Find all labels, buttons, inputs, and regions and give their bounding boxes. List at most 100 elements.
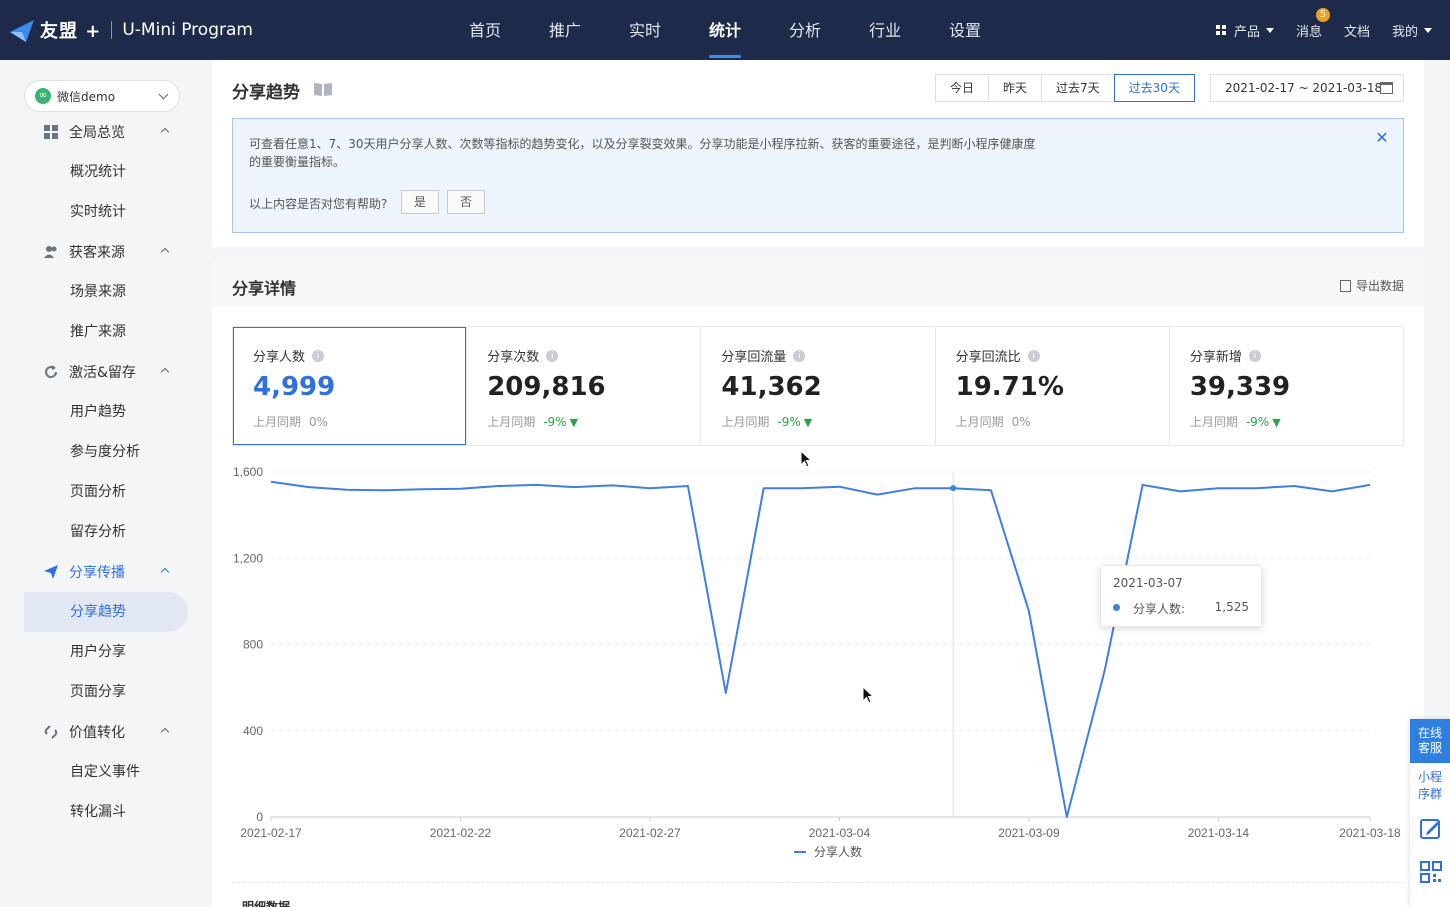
sidebar-item-scene-source[interactable]: 场景来源 (24, 272, 188, 312)
arrow-down-icon: ▼ (803, 416, 813, 429)
stat-card-share-users[interactable]: 分享人数 i 4,999 上月同期 0% (233, 327, 467, 445)
messages-link[interactable]: 消息 5 (1296, 7, 1330, 40)
nav-analysis[interactable]: 分析 (765, 0, 845, 60)
info-icon[interactable]: i (546, 349, 559, 362)
stat-value: 209,816 (487, 372, 606, 402)
nav-realtime[interactable]: 实时 (605, 0, 685, 60)
feedback-edit-icon[interactable] (1420, 817, 1442, 839)
main-nav: 首页 推广 实时 统计 分析 行业 设置 (445, 0, 1005, 60)
stat-label-text: 分享次数 (487, 350, 540, 365)
tip-text: 可查看任意1、7、30天用户分享人数、次数等指标的趋势变化，以及分享裂变效果。分… (249, 137, 1036, 169)
share-users-line-chart: 0 400 800 1,200 1,600 2021-02-17 2021-02-22 202… (233, 465, 1401, 859)
section-divider (232, 882, 1404, 883)
sidebar-item-page-analysis[interactable]: 页面分析 (24, 472, 188, 512)
stat-compare-label: 上月同期 (1189, 415, 1238, 429)
mini-program-group-button[interactable]: 小程序群 (1410, 769, 1450, 805)
stat-card-share-backflow[interactable]: 分享回流量 i 41,362 上月同期 -9% ▼ (700, 327, 934, 445)
nav-settings[interactable]: 设置 (925, 0, 1005, 60)
stat-label: 分享回流量 i (721, 346, 806, 365)
nav-promotion[interactable]: 推广 (525, 0, 605, 60)
chevron-down-icon (158, 89, 169, 100)
sidebar-item-page-share[interactable]: 页面分享 (24, 672, 188, 712)
sidebar-group-acquisition[interactable]: 获客来源 (24, 232, 188, 272)
sidebar-item-retention-analysis[interactable]: 留存分析 (24, 512, 188, 552)
stat-card-share-new[interactable]: 分享新增 i 39,339 上月同期 -9% ▼ (1168, 327, 1403, 445)
account-menu[interactable]: 我的 (1392, 21, 1432, 40)
sidebar-item-overview-stats[interactable]: 概况统计 (24, 152, 188, 192)
tip-question: 以上内容是否对您有帮助? (249, 197, 388, 211)
apps-grid-icon (1215, 25, 1226, 35)
sidebar-group-conversion[interactable]: 价值转化 (24, 712, 188, 752)
stat-compare-label: 上月同期 (955, 415, 1004, 429)
chevron-up-icon (160, 567, 170, 577)
date-range-value: 2021-02-17 ~ 2021-03-18 (1225, 81, 1383, 95)
sidebar-item-user-share[interactable]: 用户分享 (24, 632, 188, 672)
info-icon[interactable]: i (1027, 349, 1040, 362)
info-icon[interactable]: i (1248, 349, 1261, 362)
app-selector[interactable]: ∞ 微信demo (24, 80, 180, 112)
sidebar-item-engagement[interactable]: 参与度分析 (24, 432, 188, 472)
sidebar-item-user-trend[interactable]: 用户趋势 (24, 392, 188, 432)
tooltip-value: 1,525 (1214, 600, 1249, 614)
export-icon (1339, 279, 1351, 292)
mouse-cursor-icon (800, 450, 812, 468)
sidebar-group-sharing[interactable]: 分享传播 (24, 552, 188, 592)
share-trend-panel: 分享趋势 今日 昨天 过去7天 过去30天 2021-02-17 ~ 2021-… (212, 60, 1424, 247)
info-tip: 可查看任意1、7、30天用户分享人数、次数等指标的趋势变化，以及分享裂变效果。分… (232, 118, 1404, 233)
stat-label-text: 分享人数 (253, 350, 306, 365)
share-detail-panel: 分享详情 导出数据 分享人数 i 4,999 上月同期 0% 分享次数 i 209,816 上月… (212, 262, 1424, 907)
grid-icon (44, 125, 58, 139)
nav-industry[interactable]: 行业 (845, 0, 925, 60)
top-right-menu: 产品 消息 5 文档 我的 (1194, 0, 1432, 60)
stat-card-share-count[interactable]: 分享次数 i 209,816 上月同期 -9% ▼ (466, 327, 700, 445)
y-tick-label: 1,600 (233, 465, 263, 479)
sidebar-group-label: 价值转化 (69, 725, 125, 741)
refresh-icon (45, 365, 58, 379)
stat-change: -9% (543, 415, 567, 429)
y-tick-label: 1,200 (233, 551, 263, 565)
brand-name: 友盟 + (40, 21, 102, 42)
info-icon[interactable]: i (312, 349, 325, 362)
series-line-share-users (270, 480, 1371, 818)
date-range-picker[interactable]: 2021-02-17 ~ 2021-03-18 (1210, 74, 1404, 102)
range-30-days[interactable]: 过去30天 (1113, 74, 1195, 102)
stat-card-share-backflow-ratio[interactable]: 分享回流比 i 19.71% 上月同期 0% (934, 327, 1169, 445)
book-icon[interactable] (314, 82, 332, 96)
data-point (950, 485, 957, 492)
detail-title: 分享详情 (232, 279, 297, 298)
products-menu[interactable]: 产品 (1215, 21, 1274, 40)
stat-compare: 上月同期 0% (956, 413, 1031, 430)
online-service-label: 在线客服 (1417, 726, 1442, 755)
range-7-days[interactable]: 过去7天 (1041, 74, 1115, 102)
sidebar-item-custom-events[interactable]: 自定义事件 (24, 752, 188, 792)
range-today[interactable]: 今日 (935, 74, 990, 102)
sidebar-item-realtime-stats[interactable]: 实时统计 (24, 192, 188, 232)
qr-code-icon[interactable] (1420, 861, 1442, 883)
stat-compare: 上月同期 0% (253, 413, 328, 430)
logo[interactable]: 友盟 + U-Mini Program (8, 14, 253, 46)
sidebar-item-funnel[interactable]: 转化漏斗 (24, 792, 188, 832)
users-icon (44, 246, 57, 258)
nav-home[interactable]: 首页 (445, 0, 525, 60)
tip-yes-button[interactable]: 是 (401, 190, 439, 214)
docs-link[interactable]: 文档 (1344, 21, 1370, 40)
stat-value: 19.71% (955, 372, 1064, 402)
close-icon[interactable]: ✕ (1375, 130, 1389, 146)
nav-statistics[interactable]: 统计 (685, 0, 765, 60)
sidebar-item-promo-source[interactable]: 推广来源 (24, 312, 188, 352)
sidebar-group-retention[interactable]: 激活&留存 (24, 352, 188, 392)
mini-program-icon: ∞ (35, 88, 51, 104)
tip-no-button[interactable]: 否 (447, 190, 485, 214)
sidebar-group-overview[interactable]: 全局总览 (24, 112, 188, 152)
stat-value: 39,339 (1189, 372, 1291, 402)
product-name: U-Mini Program (122, 20, 253, 40)
stat-value: 4,999 (253, 372, 336, 402)
stat-label: 分享人数 i (253, 346, 325, 365)
range-yesterday[interactable]: 昨天 (988, 74, 1043, 102)
export-button[interactable]: 导出数据 (1339, 277, 1404, 294)
online-service-button[interactable]: 在线客服 (1410, 719, 1450, 763)
sidebar-item-share-trend[interactable]: 分享趋势 (24, 592, 188, 632)
stat-label-text: 分享回流量 (721, 350, 787, 365)
info-icon[interactable]: i (793, 349, 806, 362)
y-tick-label: 400 (243, 724, 263, 738)
